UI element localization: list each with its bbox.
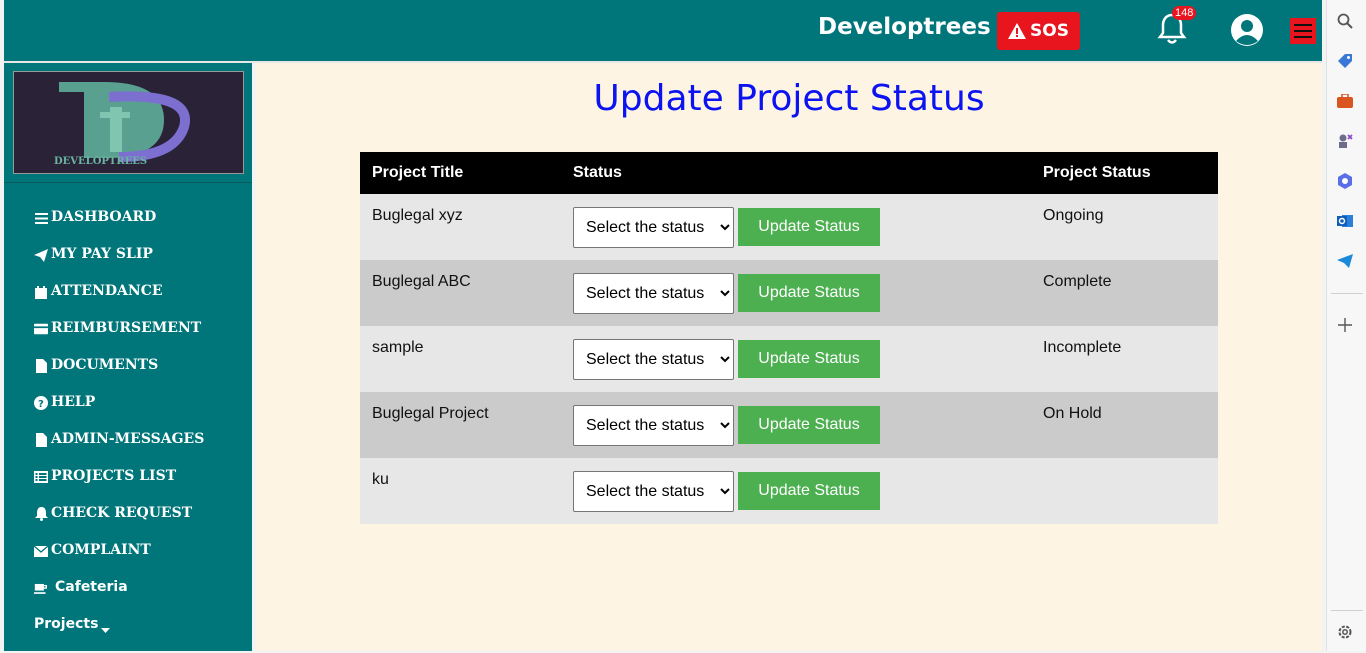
copilot-icon[interactable] <box>1336 172 1354 190</box>
column-header-project-status: Project Status <box>1043 164 1151 181</box>
sidebar-item-complaint[interactable]: COMPLAINT <box>34 542 204 579</box>
sidebar-item-projects-list[interactable]: PROJECTS LIST <box>34 468 204 505</box>
sidebar-item-label: DASHBOARD <box>51 209 157 225</box>
status-select[interactable]: Select the status <box>573 339 734 380</box>
sidebar-item-label: CHECK REQUEST <box>51 505 193 521</box>
sidebar-item-documents[interactable]: DOCUMENTS <box>34 357 204 394</box>
project-title-cell: ku <box>372 471 389 488</box>
add-icon[interactable] <box>1336 316 1354 334</box>
search-icon[interactable] <box>1336 12 1354 30</box>
status-select[interactable]: Select the status <box>573 405 734 446</box>
briefcase-icon[interactable] <box>1336 92 1354 110</box>
browser-sidebar <box>1326 0 1366 651</box>
sidebar-item-dashboard[interactable]: DASHBOARD <box>34 209 204 246</box>
notification-badge: 148 <box>1172 6 1197 20</box>
sidebar-nav: DASHBOARD MY PAY SLIP ATTENDANCE REIMBUR… <box>34 209 204 653</box>
sidebar-item-label: REIMBURSEMENT <box>51 320 202 336</box>
page-title: Update Project Status <box>593 78 985 119</box>
sos-label: SOS <box>1030 21 1069 41</box>
sidebar-item-attendance[interactable]: ATTENDANCE <box>34 283 204 320</box>
calendar-icon <box>34 285 48 299</box>
svg-text:?: ? <box>38 399 44 410</box>
sidebar-item-label: HELP <box>51 394 96 410</box>
table-row: Buglegal ABC Select the status Update St… <box>360 260 1218 326</box>
column-header-project-title: Project Title <box>372 164 464 181</box>
bars-icon <box>34 211 48 225</box>
sidebar-item-reimbursement[interactable]: REIMBURSEMENT <box>34 320 204 357</box>
sidebar-item-label: MY PAY SLIP <box>51 246 153 262</box>
settings-gear-icon[interactable] <box>1336 623 1354 641</box>
sidebar: DEVELOPTREES DASHBOARD MY PAY SLIP ATTEN… <box>4 63 252 651</box>
column-header-status: Status <box>573 164 622 181</box>
file-icon <box>34 433 48 447</box>
main-content: Update Project Status Project Title Stat… <box>256 63 1322 651</box>
question-circle-icon: ? <box>34 396 48 410</box>
project-status-table: Project Title Status Project Status Bugl… <box>360 152 1218 524</box>
caret-down-icon <box>101 622 111 638</box>
project-status-cell: Incomplete <box>1043 339 1122 356</box>
sidebar-item-label: PROJECTS LIST <box>51 468 177 484</box>
envelope-icon <box>34 544 48 558</box>
sidebar-item-check-request[interactable]: CHECK REQUEST <box>34 505 204 542</box>
rail-divider <box>1331 610 1363 611</box>
project-status-cell <box>1031 458 1218 524</box>
status-select[interactable]: Select the status <box>573 207 734 248</box>
sidebar-item-label: Cafeteria <box>55 579 128 595</box>
update-status-button[interactable]: Update Status <box>738 472 880 510</box>
sidebar-item-cafeteria[interactable]: Cafeteria <box>34 579 204 616</box>
status-select[interactable]: Select the status <box>573 471 734 512</box>
rail-divider <box>1331 293 1363 294</box>
update-status-button[interactable]: Update Status <box>738 340 880 378</box>
update-status-button[interactable]: Update Status <box>738 274 880 312</box>
update-status-button[interactable]: Update Status <box>738 208 880 246</box>
file-icon <box>34 359 48 373</box>
company-logo: DEVELOPTREES <box>13 71 244 174</box>
logo-image: DEVELOPTREES <box>54 82 191 167</box>
logo-text: DEVELOPTREES <box>54 156 147 167</box>
sidebar-item-label: ATTENDANCE <box>51 283 163 299</box>
table-row: ku Select the status Update Status <box>360 458 1218 524</box>
list-icon <box>34 470 48 484</box>
sidebar-item-help[interactable]: ? HELP <box>34 394 204 431</box>
top-navbar: Developtrees SOS 148 <box>4 0 1322 63</box>
sidebar-divider <box>4 182 252 183</box>
sidebar-item-admin-messages[interactable]: ADMIN-MESSAGES <box>34 431 204 468</box>
project-title-cell: Buglegal ABC <box>372 273 471 290</box>
credit-card-icon <box>34 322 48 336</box>
sidebar-item-label: Projects <box>34 616 99 632</box>
project-status-cell: Ongoing <box>1043 207 1104 224</box>
update-status-button[interactable]: Update Status <box>738 406 880 444</box>
sidebar-item-my-pay-slip[interactable]: MY PAY SLIP <box>34 246 204 283</box>
sidebar-item-projects-dropdown[interactable]: Projects <box>34 616 204 653</box>
project-title-cell: Buglegal xyz <box>372 207 463 224</box>
paper-plane-icon <box>34 248 48 262</box>
send-icon[interactable] <box>1336 252 1354 270</box>
table-row: Buglegal xyz Select the status Update St… <box>360 194 1218 260</box>
tag-icon[interactable] <box>1336 52 1354 70</box>
table-row: Buglegal Project Select the status Updat… <box>360 392 1218 458</box>
chess-icon[interactable] <box>1336 132 1354 150</box>
project-title-cell: Buglegal Project <box>372 405 489 422</box>
warning-icon <box>1008 23 1027 39</box>
coffee-icon <box>34 581 48 595</box>
sos-button[interactable]: SOS <box>997 12 1080 50</box>
project-title-cell: sample <box>372 339 424 356</box>
user-avatar-icon[interactable] <box>1230 13 1264 47</box>
table-header-row: Project Title Status Project Status <box>360 152 1218 194</box>
project-status-cell: On Hold <box>1043 405 1102 422</box>
project-status-cell: Complete <box>1043 273 1112 290</box>
table-row: sample Select the status Update Status I… <box>360 326 1218 392</box>
brand-name: Developtrees <box>818 14 991 40</box>
status-select[interactable]: Select the status <box>573 273 734 314</box>
sidebar-item-label: ADMIN-MESSAGES <box>51 431 205 447</box>
hamburger-menu-button[interactable] <box>1290 18 1316 44</box>
sidebar-item-label: DOCUMENTS <box>51 357 159 373</box>
sidebar-item-label: COMPLAINT <box>51 542 151 558</box>
outlook-icon[interactable] <box>1336 212 1354 230</box>
bell-icon <box>34 507 48 521</box>
